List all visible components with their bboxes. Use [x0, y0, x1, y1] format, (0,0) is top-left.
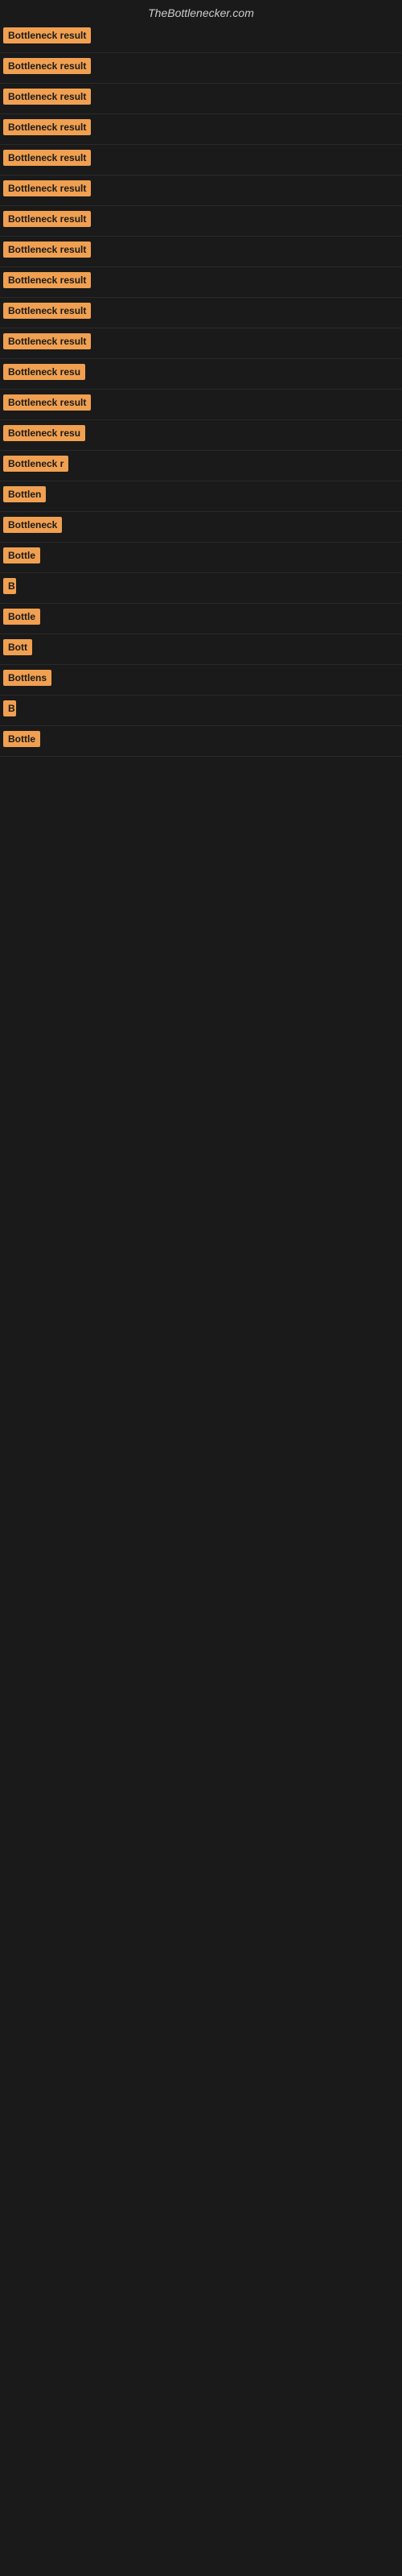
bottleneck-badge[interactable]: Bottleneck result — [3, 333, 91, 349]
bottleneck-badge[interactable]: Bottleneck result — [3, 119, 91, 135]
result-row: Bottleneck result — [0, 206, 402, 237]
result-row: Bottleneck result — [0, 175, 402, 206]
bottleneck-badge[interactable]: Bottleneck resu — [3, 425, 85, 441]
result-row: Bottleneck result — [0, 298, 402, 328]
result-row: Bottleneck result — [0, 84, 402, 114]
bottleneck-badge[interactable]: Bottleneck resu — [3, 364, 85, 380]
result-row: B — [0, 696, 402, 726]
bottleneck-badge[interactable]: Bottleneck result — [3, 89, 91, 105]
result-row: Bottlen — [0, 481, 402, 512]
bottleneck-badge[interactable]: Bottleneck result — [3, 303, 91, 319]
result-row: Bottleneck result — [0, 53, 402, 84]
result-row: Bottle — [0, 726, 402, 757]
bottleneck-badge[interactable]: Bottleneck result — [3, 150, 91, 166]
bottleneck-badge[interactable]: Bottle — [3, 547, 40, 564]
result-row: Bottlens — [0, 665, 402, 696]
result-row: Bottleneck result — [0, 267, 402, 298]
result-row: Bottleneck result — [0, 114, 402, 145]
result-row: Bott — [0, 634, 402, 665]
bottleneck-badge[interactable]: B — [3, 700, 16, 716]
rows-container: Bottleneck result Bottleneck result Bottle… — [0, 23, 402, 757]
result-row: Bottleneck r — [0, 451, 402, 481]
result-row: Bottle — [0, 604, 402, 634]
result-row: Bottleneck result — [0, 237, 402, 267]
bottleneck-badge[interactable]: Bottle — [3, 609, 40, 625]
bottleneck-badge[interactable]: Bottlens — [3, 670, 51, 686]
result-row: Bottleneck — [0, 512, 402, 543]
result-row: B — [0, 573, 402, 604]
result-row: Bottleneck resu — [0, 420, 402, 451]
bottleneck-badge[interactable]: Bottle — [3, 731, 40, 747]
bottleneck-badge[interactable]: Bottleneck result — [3, 58, 91, 74]
result-row: Bottleneck resu — [0, 359, 402, 390]
site-title: TheBottlenecker.com — [0, 0, 402, 23]
bottleneck-badge[interactable]: Bottlen — [3, 486, 46, 502]
bottleneck-badge[interactable]: Bottleneck result — [3, 242, 91, 258]
bottleneck-badge[interactable]: Bottleneck — [3, 517, 62, 533]
bottleneck-badge[interactable]: Bott — [3, 639, 32, 655]
site-title-bar: TheBottlenecker.com — [0, 0, 402, 23]
bottleneck-badge[interactable]: Bottleneck result — [3, 272, 91, 288]
result-row: Bottle — [0, 543, 402, 573]
result-row: Bottleneck result — [0, 328, 402, 359]
bottleneck-badge[interactable]: Bottleneck result — [3, 394, 91, 411]
result-row: Bottleneck result — [0, 145, 402, 175]
result-row: Bottleneck result — [0, 23, 402, 53]
bottleneck-badge[interactable]: B — [3, 578, 16, 594]
bottleneck-badge[interactable]: Bottleneck result — [3, 180, 91, 196]
bottleneck-badge[interactable]: Bottleneck result — [3, 211, 91, 227]
bottleneck-badge[interactable]: Bottleneck r — [3, 456, 68, 472]
bottleneck-badge[interactable]: Bottleneck result — [3, 27, 91, 43]
result-row: Bottleneck result — [0, 390, 402, 420]
